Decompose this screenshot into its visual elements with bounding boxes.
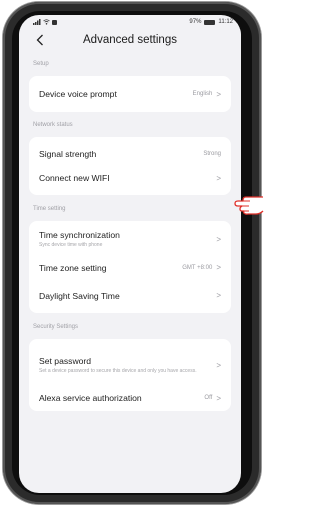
hand-pointer-icon bbox=[234, 196, 264, 215]
time-zone-row[interactable]: Time zone setting GMT +8:00 > bbox=[29, 253, 231, 282]
time-sync-label: Time synchronization bbox=[39, 229, 120, 240]
section-header-security: Security Settings bbox=[33, 324, 79, 330]
signal-icon bbox=[33, 19, 41, 25]
device-voice-prompt-value: English bbox=[192, 91, 213, 97]
wifi-icon bbox=[43, 19, 50, 25]
nav-bar: Advanced settings bbox=[19, 29, 241, 51]
card-security: Set password Set a device password to se… bbox=[29, 339, 231, 411]
chevron-right-icon: > bbox=[216, 173, 221, 183]
card-setup: Device voice prompt English > bbox=[29, 76, 231, 112]
battery-icon bbox=[204, 19, 216, 25]
card-network: Signal strength Strong Connect new WIFI … bbox=[29, 137, 231, 195]
chevron-right-icon: > bbox=[216, 393, 221, 403]
battery-percent: 97% bbox=[189, 19, 202, 25]
alexa-authorization-row[interactable]: Alexa service authorization Off > bbox=[29, 385, 231, 411]
time-sync-row[interactable]: Time synchronization Sync device time wi… bbox=[29, 221, 231, 253]
device-voice-prompt-label: Device voice prompt bbox=[39, 89, 117, 99]
device-voice-prompt-row[interactable]: Device voice prompt English > bbox=[29, 76, 231, 112]
page-title: Advanced settings bbox=[83, 34, 177, 46]
connect-new-wifi-label: Connect new WIFI bbox=[39, 173, 110, 183]
section-header-network: Network status bbox=[33, 122, 73, 128]
set-password-subtitle: Set a device password to secure this dev… bbox=[39, 367, 197, 374]
clock: 11:12 bbox=[218, 19, 233, 25]
time-zone-value-wrap: GMT +8:00 > bbox=[182, 263, 221, 272]
chevron-right-icon: > bbox=[216, 360, 221, 370]
status-right: 97% 11:12 bbox=[189, 19, 233, 25]
status-left-icons bbox=[33, 19, 57, 25]
phone-screen: 97% 11:12 Advanced settings Setup Device… bbox=[19, 15, 241, 493]
notification-icon bbox=[52, 19, 57, 25]
set-password-row[interactable]: Set password Set a device password to se… bbox=[29, 339, 231, 385]
alexa-authorization-label: Alexa service authorization bbox=[39, 393, 142, 403]
time-zone-value: GMT +8:00 bbox=[182, 264, 213, 271]
chevron-right-icon: > bbox=[216, 234, 221, 244]
signal-strength-value: Strong bbox=[203, 151, 221, 157]
set-password-text: Set password Set a device password to se… bbox=[39, 356, 199, 375]
section-header-setup: Setup bbox=[33, 61, 49, 67]
time-sync-text: Time synchronization Sync device time wi… bbox=[39, 230, 120, 249]
alexa-authorization-value: Off bbox=[204, 395, 213, 401]
status-bar: 97% 11:12 bbox=[19, 15, 241, 29]
chevron-right-icon: > bbox=[216, 89, 221, 99]
device-voice-prompt-value-wrap: English > bbox=[193, 90, 221, 99]
card-time: Time synchronization Sync device time wi… bbox=[29, 221, 231, 313]
signal-strength-label: Signal strength bbox=[39, 149, 97, 159]
alexa-authorization-value-wrap: Off > bbox=[204, 394, 221, 403]
connect-new-wifi-row[interactable]: Connect new WIFI > bbox=[29, 166, 231, 195]
time-zone-label: Time zone setting bbox=[39, 262, 107, 273]
time-sync-subtitle: Sync device time with phone bbox=[39, 241, 103, 248]
chevron-right-icon: > bbox=[216, 263, 221, 272]
daylight-saving-label: Daylight Saving Time bbox=[39, 290, 120, 301]
daylight-saving-row[interactable]: Daylight Saving Time > bbox=[29, 282, 231, 313]
chevron-right-icon: > bbox=[216, 291, 221, 300]
signal-strength-row: Signal strength Strong bbox=[29, 137, 231, 166]
section-header-time: Time setting bbox=[33, 206, 66, 212]
set-password-label: Set password bbox=[39, 355, 92, 366]
